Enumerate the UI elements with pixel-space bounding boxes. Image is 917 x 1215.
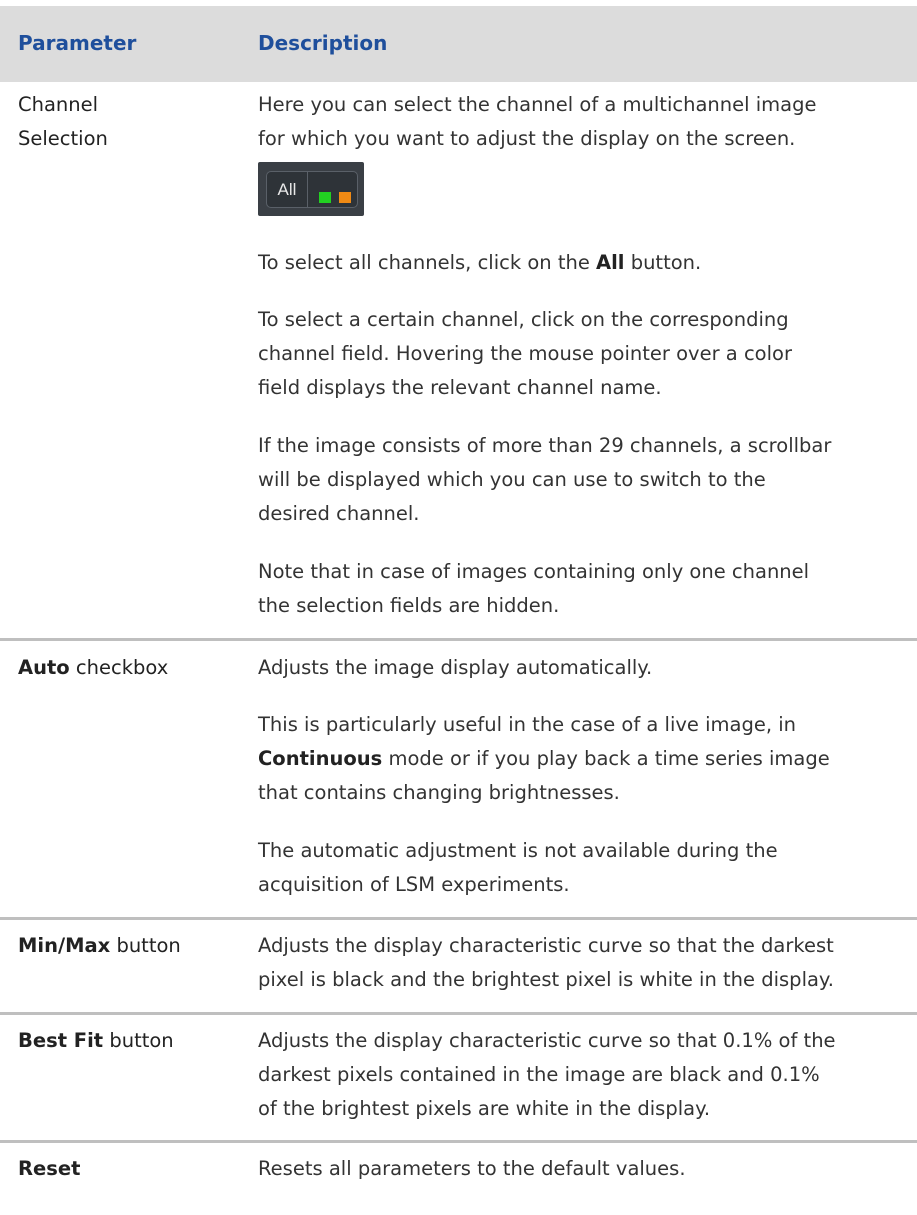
row-separator [0,917,917,920]
channel-field-green[interactable] [319,192,331,203]
text-line: will be displayed which you can use to s… [258,468,766,491]
description-paragraph: The automatic adjustment is not availabl… [258,834,917,902]
channel-field-orange[interactable] [339,192,351,203]
text-line: This is particularly useful in the case … [258,713,797,736]
row-label-reset: Reset [18,1152,80,1186]
all-channels-button[interactable]: All [267,172,308,207]
description-paragraph: To select all channels, click on the All… [258,246,917,280]
label-bold: Min/Max [18,934,111,957]
description-paragraph: If the image consists of more than 29 ch… [258,429,917,531]
text-line: darkest pixels contained in the image ar… [258,1063,820,1086]
text-line: The automatic adjustment is not availabl… [258,839,778,862]
text-line: Continuous mode or if you play back a ti… [258,742,917,776]
row-label-line: Channel [18,93,99,116]
text-line: Note that in case of images containing o… [258,560,810,583]
text-line: Here you can select the channel of a mul… [258,93,817,116]
header-parameter: Parameter [18,31,137,55]
description-paragraph: Adjusts the image display automatically. [258,651,917,685]
description-paragraph: Resets all parameters to the default val… [258,1152,917,1186]
header-description: Description [258,31,388,55]
text-line: To select a certain channel, click on th… [258,308,789,331]
row-separator [0,638,917,641]
text-line: field displays the relevant channel name… [258,376,662,399]
text-run: mode or if you play back a time series i… [382,747,830,770]
label-rest: checkbox [69,656,169,679]
description-paragraph: Adjusts the display characteristic curve… [258,929,917,997]
description-paragraph: This is particularly useful in the case … [258,708,917,810]
text-line: Adjusts the display characteristic curve… [258,1029,836,1052]
text-line: acquisition of LSM experiments. [258,873,570,896]
row-separator [0,1140,917,1143]
row-label-best-fit: Best Fit button [18,1024,174,1058]
text-run: To select all channels, click on the [258,251,597,274]
description-paragraph: Here you can select the channel of a mul… [258,88,917,156]
table-header: Parameter Description [0,6,917,82]
text-line: for which you want to adjust the display… [258,127,796,150]
text-line: of the brightest pixels are white in the… [258,1097,711,1120]
text-line: the selection fields are hidden. [258,594,560,617]
text-bold: All [596,251,625,274]
text-line: If the image consists of more than 29 ch… [258,434,832,457]
text-run: button. [624,251,702,274]
text-line: channel field. Hovering the mouse pointe… [258,342,792,365]
row-separator [0,1012,917,1015]
label-rest: button [110,934,181,957]
channel-selector-widget: All [258,162,364,216]
label-bold: Reset [18,1157,81,1180]
text-line: Adjusts the image display automatically. [258,656,653,679]
text-bold: Continuous [258,747,383,770]
label-bold: Best Fit [18,1029,104,1052]
row-label-line: Selection [18,127,108,150]
text-line: pixel is black and the brightest pixel i… [258,968,834,991]
parameter-table: Parameter Description Channel Selection … [0,0,917,1215]
description-paragraph: To select a certain channel, click on th… [258,303,917,405]
description-paragraph: Note that in case of images containing o… [258,555,917,623]
row-label-min-max: Min/Max button [18,929,181,963]
text-line: Resets all parameters to the default val… [258,1157,686,1180]
text-line: Adjusts the display characteristic curve… [258,934,834,957]
row-label-auto: Auto checkbox [18,651,168,685]
label-rest: button [103,1029,174,1052]
text-line: that contains changing brightnesses. [258,781,620,804]
description-paragraph: Adjusts the display characteristic curve… [258,1024,917,1126]
text-line: desired channel. [258,502,420,525]
channel-selector-frame: All [266,171,358,208]
row-label-channel-selection: Channel Selection [18,88,108,156]
label-bold: Auto [18,656,70,679]
